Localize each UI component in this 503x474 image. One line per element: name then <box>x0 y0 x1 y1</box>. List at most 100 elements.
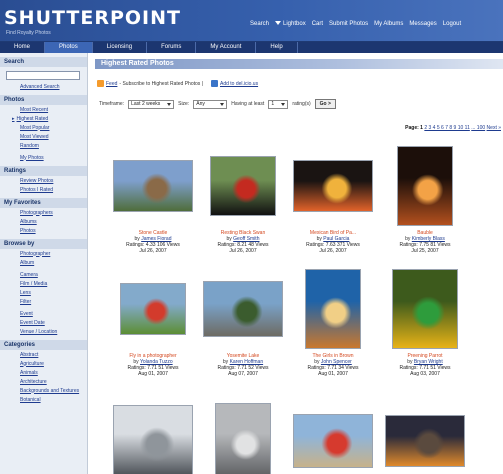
feed-subscribe-line: Feed - Subscribe to Highest Rated Photos… <box>97 80 258 87</box>
sidebar-item-most-viewed[interactable]: Most Viewed <box>0 132 87 141</box>
pager-last[interactable]: ... 100 <box>471 125 485 131</box>
site-header: SHUTTERPOINT Find Royalty Photos Search … <box>0 0 503 42</box>
sidebar-item-fav-photographers[interactable]: Photographers <box>0 208 87 217</box>
sidebar-item-filter[interactable]: Filter <box>0 297 87 306</box>
sidebar-item-camera[interactable]: Camera <box>0 270 87 279</box>
pager-pages[interactable]: 2 3 4 5 6 7 8 9 10 11 <box>424 125 470 131</box>
photo-date: Aug 01, 2007 <box>138 371 168 377</box>
sidebar-item-lens[interactable]: Lens <box>0 288 87 297</box>
chevron-down-icon <box>167 102 172 106</box>
chevron-down-icon <box>220 102 225 106</box>
sidebar-heading-search: Search <box>0 57 87 67</box>
nav-messages[interactable]: Messages <box>409 21 436 27</box>
sidebar-item-agriculture[interactable]: Agriculture <box>0 359 87 368</box>
min-ratings-select[interactable]: 1 <box>268 99 289 109</box>
sidebar-heading-categories: Categories <box>0 340 87 350</box>
main-tab-bar: Home Photos Licensing Forums My Account … <box>0 42 503 53</box>
photo-caption: Stone Castle by James Fiorad Ratings: 4.33… <box>110 230 196 254</box>
sidebar-item-event[interactable]: Event <box>0 309 87 318</box>
web-page: SHUTTERPOINT Find Royalty Photos Search … <box>0 0 503 474</box>
sidebar-item-fav-albums[interactable]: Albums <box>0 217 87 226</box>
photo-thumbnail[interactable] <box>113 405 193 474</box>
nav-lightbox[interactable]: Lightbox <box>275 21 306 27</box>
sidebar-heading-photos: Photos <box>0 95 87 105</box>
nav-logout[interactable]: Logout <box>443 21 461 27</box>
photo-date: Aug 01, 2007 <box>318 371 348 377</box>
nav-my-albums[interactable]: My Albums <box>374 21 403 27</box>
dropdown-arrow-icon <box>275 21 282 26</box>
delicious-icon[interactable] <box>210 80 218 87</box>
timeframe-label: Timeframe: <box>99 101 125 107</box>
photo-caption: Bauble by Kimberly Blass Ratings: 7.75 81 … <box>382 230 468 254</box>
photo-thumbnail[interactable] <box>397 146 453 226</box>
size-select[interactable]: Any <box>193 99 228 109</box>
pager-next[interactable]: Next » <box>487 125 501 131</box>
photo-caption: Yosemite Lake by Karen Hoffman Ratings: 7.… <box>200 353 286 377</box>
sidebar-item-album[interactable]: Album <box>0 258 87 267</box>
sidebar-item-abstract[interactable]: Abstract <box>0 350 87 359</box>
photo-date: Jul 26, 2007 <box>229 248 257 254</box>
sidebar-item-photos-i-rated[interactable]: Photos I Rated <box>0 185 87 194</box>
go-button[interactable]: Go > <box>314 99 336 109</box>
advanced-search-link[interactable]: Advanced Search <box>0 82 87 91</box>
sidebar-item-architecture[interactable]: Architecture <box>0 377 87 386</box>
pagination: Page: 1 2 3 4 5 6 7 8 9 10 11 ... 100 Ne… <box>405 125 501 131</box>
photo-caption: Mexican Bird of Pa... by Paul Garcia Ratin… <box>290 230 376 254</box>
feed-link[interactable]: Feed <box>106 81 117 87</box>
feed-subscribe-text: - Subscribe to Highest Rated Photos | <box>119 80 203 87</box>
photo-thumbnail[interactable] <box>392 269 458 349</box>
sidebar: Search Advanced Search Photos Most Recen… <box>0 53 88 474</box>
site-logo[interactable]: SHUTTERPOINT <box>4 7 181 29</box>
tab-help[interactable]: Help <box>256 42 298 53</box>
timeframe-select[interactable]: Last 2 weeks <box>128 99 175 109</box>
chevron-down-icon <box>281 102 286 106</box>
photo-caption: Resting Black Swan by Geoff Smith Ratings:… <box>200 230 286 254</box>
sidebar-item-most-recent[interactable]: Most Recent <box>0 105 87 114</box>
sidebar-item-event-date[interactable]: Event Date <box>0 318 87 327</box>
sidebar-item-most-popular[interactable]: Most Popular <box>0 123 87 132</box>
nav-search[interactable]: Search <box>250 21 269 27</box>
photo-thumbnail[interactable] <box>293 160 373 212</box>
sidebar-item-animals[interactable]: Animals <box>0 368 87 377</box>
photo-date: Aug 07, 2007 <box>228 371 258 377</box>
tab-home[interactable]: Home <box>0 42 46 53</box>
photo-thumbnail[interactable] <box>120 283 186 335</box>
sidebar-item-review-photos[interactable]: Review Photos <box>0 176 87 185</box>
top-navigation: Search Lightbox Cart Submit Photos My Al… <box>250 21 503 27</box>
ratings-suffix-label: rating(s) <box>292 101 311 107</box>
photo-thumbnail[interactable] <box>385 415 465 467</box>
sidebar-item-photographer[interactable]: Photographer <box>0 249 87 258</box>
photo-caption: Preening Parrot by Bryan Wright Ratings: 7… <box>382 353 468 377</box>
photo-thumbnail[interactable] <box>293 414 373 468</box>
nav-cart[interactable]: Cart <box>312 21 323 27</box>
sidebar-item-venue-location[interactable]: Venue / Location <box>0 327 87 336</box>
photo-thumbnail[interactable] <box>203 281 283 337</box>
sidebar-item-highest-rated[interactable]: Highest Rated <box>0 114 87 123</box>
size-label: Size: <box>178 101 190 107</box>
add-to-delicious-link[interactable]: Add to del.icio.us <box>220 81 258 87</box>
filter-bar: Timeframe: Last 2 weeks Size: Any Having… <box>99 99 336 109</box>
photo-caption: Fly in a photographer by Yolanda Tuzzo Rat… <box>110 353 196 377</box>
search-input[interactable] <box>6 71 80 80</box>
sidebar-heading-browse: Browse by <box>0 239 87 249</box>
sidebar-item-botanical[interactable]: Botanical <box>0 395 87 404</box>
sidebar-item-random[interactable]: Random <box>0 141 87 150</box>
photo-date: Jul 25, 2007 <box>411 248 439 254</box>
sidebar-item-my-photos[interactable]: My Photos <box>0 153 87 162</box>
photo-thumbnail[interactable] <box>305 269 361 349</box>
sidebar-item-backgrounds[interactable]: Backgrounds and Textures <box>0 386 87 395</box>
tab-forums[interactable]: Forums <box>147 42 197 53</box>
photo-thumbnail[interactable] <box>210 156 276 216</box>
sidebar-item-film-media[interactable]: Film / Media <box>0 279 87 288</box>
tab-licensing[interactable]: Licensing <box>93 42 148 53</box>
photo-thumbnail[interactable] <box>215 403 271 474</box>
nav-submit-photos[interactable]: Submit Photos <box>329 21 368 27</box>
photo-date: Aug 03, 2007 <box>410 371 440 377</box>
photo-thumbnail[interactable] <box>113 160 193 212</box>
tab-my-account[interactable]: My Account <box>196 42 257 53</box>
sidebar-heading-favorites: My Favorites <box>0 198 87 208</box>
sidebar-item-fav-photos[interactable]: Photos <box>0 226 87 235</box>
having-label: Having at least <box>231 101 265 107</box>
tab-photos[interactable]: Photos <box>45 42 93 53</box>
rss-feed-icon[interactable] <box>97 80 104 87</box>
